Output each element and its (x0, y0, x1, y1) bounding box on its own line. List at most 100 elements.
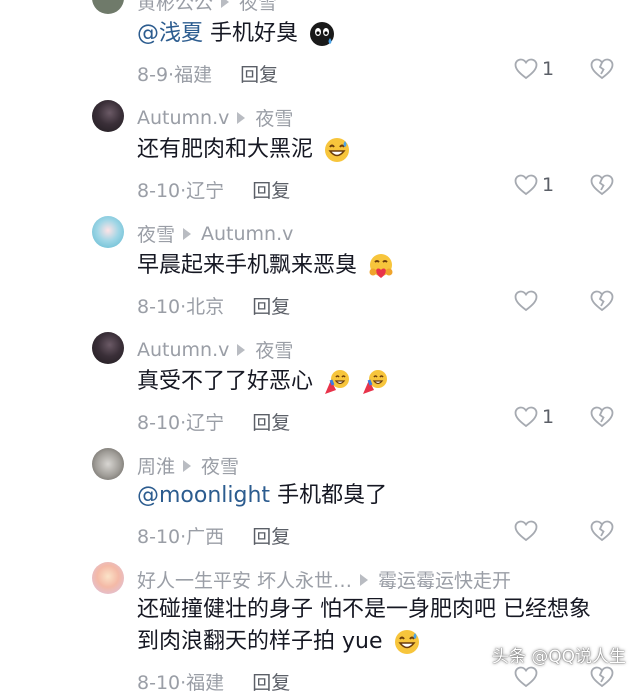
reply-header: Autumn.v 夜雪 (137, 336, 293, 363)
like-button[interactable] (514, 666, 542, 688)
reply-date: 8-10 (137, 412, 181, 434)
like-count: 1 (542, 406, 555, 428)
dislike-button[interactable] (590, 666, 614, 692)
reply-date: 8-9 (137, 64, 169, 86)
target-name[interactable]: Autumn.v (201, 223, 293, 245)
reply-date: 8-10 (137, 296, 181, 318)
like-count: 1 (542, 174, 555, 196)
heart-icon (514, 520, 538, 542)
author-name[interactable]: 夜雪 (137, 220, 175, 247)
hugging-heart-emoji (369, 254, 393, 278)
reply-arrow-icon (183, 459, 192, 472)
broken-heart-icon (590, 174, 614, 196)
reply-location: 福建 (174, 64, 213, 86)
reply-body: 真受不了了好恶心 (137, 369, 314, 394)
like-button[interactable]: 1 (514, 174, 554, 196)
dislike-button[interactable] (590, 290, 614, 316)
reply-date: 8-10 (137, 672, 181, 694)
like-count: 1 (542, 58, 555, 80)
reply-header: 好人一生平安 坏人永世… 霉运霉运快走开 (137, 566, 511, 593)
target-name[interactable]: 夜雪 (255, 104, 293, 131)
target-name[interactable]: 夜雪 (201, 452, 239, 479)
author-name[interactable]: Autumn.v (137, 107, 229, 129)
mention-link[interactable]: @浅夏 (137, 21, 203, 46)
reply-location: 辽宁 (186, 180, 225, 202)
reply-text: 还有肥肉和大黑泥 (137, 134, 607, 166)
reply-arrow-icon (237, 111, 246, 124)
reply-date: 8-10 (137, 180, 181, 202)
target-name[interactable]: 夜雪 (239, 0, 277, 15)
reply-location: 辽宁 (186, 412, 225, 434)
dislike-button[interactable] (590, 520, 614, 546)
reply-header: 夜雪 Autumn.v (137, 220, 293, 247)
target-name[interactable]: 夜雪 (255, 336, 293, 363)
reply-button[interactable]: 回复 (240, 64, 278, 86)
reply-arrow-icon (221, 0, 230, 8)
mention-link[interactable]: @moonlight (137, 483, 270, 508)
heart-icon (514, 58, 538, 80)
broken-heart-icon (590, 666, 614, 688)
reply-arrow-icon (360, 573, 369, 586)
target-name[interactable]: 霉运霉运快走开 (378, 566, 511, 593)
avatar[interactable] (92, 216, 124, 248)
reply-meta: 8-10·广西 回复 (137, 526, 291, 548)
like-button[interactable]: 1 (514, 58, 554, 80)
reply-location: 福建 (186, 672, 225, 694)
heart-icon (514, 666, 538, 688)
reply-meta: 8-10·福建 回复 (137, 672, 291, 694)
celebration-emoji (363, 370, 388, 394)
dislike-button[interactable] (590, 58, 614, 84)
reply-button[interactable]: 回复 (252, 412, 290, 434)
reply-button[interactable]: 回复 (252, 296, 290, 318)
author-name[interactable]: 好人一生平安 坏人永世… (137, 566, 352, 593)
like-button[interactable] (514, 290, 542, 312)
reply-arrow-icon (183, 227, 192, 240)
reply-body: 手机好臭 (210, 21, 299, 46)
reply-header: 黄彬公公 夜雪 (137, 0, 277, 15)
reply-body: 手机都臭了 (277, 483, 388, 508)
author-name[interactable]: 周淮 (137, 452, 175, 479)
avatar[interactable] (92, 448, 124, 480)
grinning-sweat-emoji (325, 138, 350, 162)
broken-heart-icon (590, 290, 614, 312)
celebration-emoji (325, 370, 350, 394)
reply-header: 周淮 夜雪 (137, 452, 239, 479)
broken-heart-icon (590, 406, 614, 428)
author-name[interactable]: Autumn.v (137, 339, 229, 361)
broken-heart-icon (590, 520, 614, 542)
avatar[interactable] (92, 562, 124, 594)
avatar[interactable] (92, 100, 124, 132)
reply-meta: 8-9·福建 回复 (137, 64, 279, 86)
author-name[interactable]: 黄彬公公 (137, 0, 213, 15)
reply-meta: 8-10·辽宁 回复 (137, 412, 291, 434)
reply-text: @浅夏 手机好臭 (137, 18, 607, 50)
reply-location: 广西 (186, 526, 225, 548)
grinning-sweat-emoji (394, 630, 419, 654)
face-with-cold-sweat-emoji (310, 22, 335, 46)
reply-date: 8-10 (137, 526, 181, 548)
reply-arrow-icon (237, 343, 246, 356)
reply-button[interactable]: 回复 (252, 526, 290, 548)
dislike-button[interactable] (590, 174, 614, 200)
reply-text: 真受不了了好恶心 (137, 366, 607, 398)
like-button[interactable]: 1 (514, 406, 554, 428)
heart-icon (514, 406, 538, 428)
reply-header: Autumn.v 夜雪 (137, 104, 293, 131)
reply-button[interactable]: 回复 (252, 672, 290, 694)
avatar[interactable] (92, 0, 124, 14)
heart-icon (514, 174, 538, 196)
reply-body: 早晨起来手机飘来恶臭 (137, 253, 358, 278)
reply-body: 还有肥肉和大黑泥 (137, 137, 314, 162)
dislike-button[interactable] (590, 406, 614, 432)
reply-location: 北京 (186, 296, 225, 318)
avatar[interactable] (92, 332, 124, 364)
reply-text: @moonlight 手机都臭了 (137, 480, 607, 512)
like-button[interactable] (514, 520, 542, 542)
watermark: 头条 @QQ说人生 (491, 647, 626, 667)
reply-text: 早晨起来手机飘来恶臭 (137, 250, 607, 282)
reply-button[interactable]: 回复 (252, 180, 290, 202)
reply-meta: 8-10·北京 回复 (137, 296, 291, 318)
reply-meta: 8-10·辽宁 回复 (137, 180, 291, 202)
broken-heart-icon (590, 58, 614, 80)
heart-icon (514, 290, 538, 312)
